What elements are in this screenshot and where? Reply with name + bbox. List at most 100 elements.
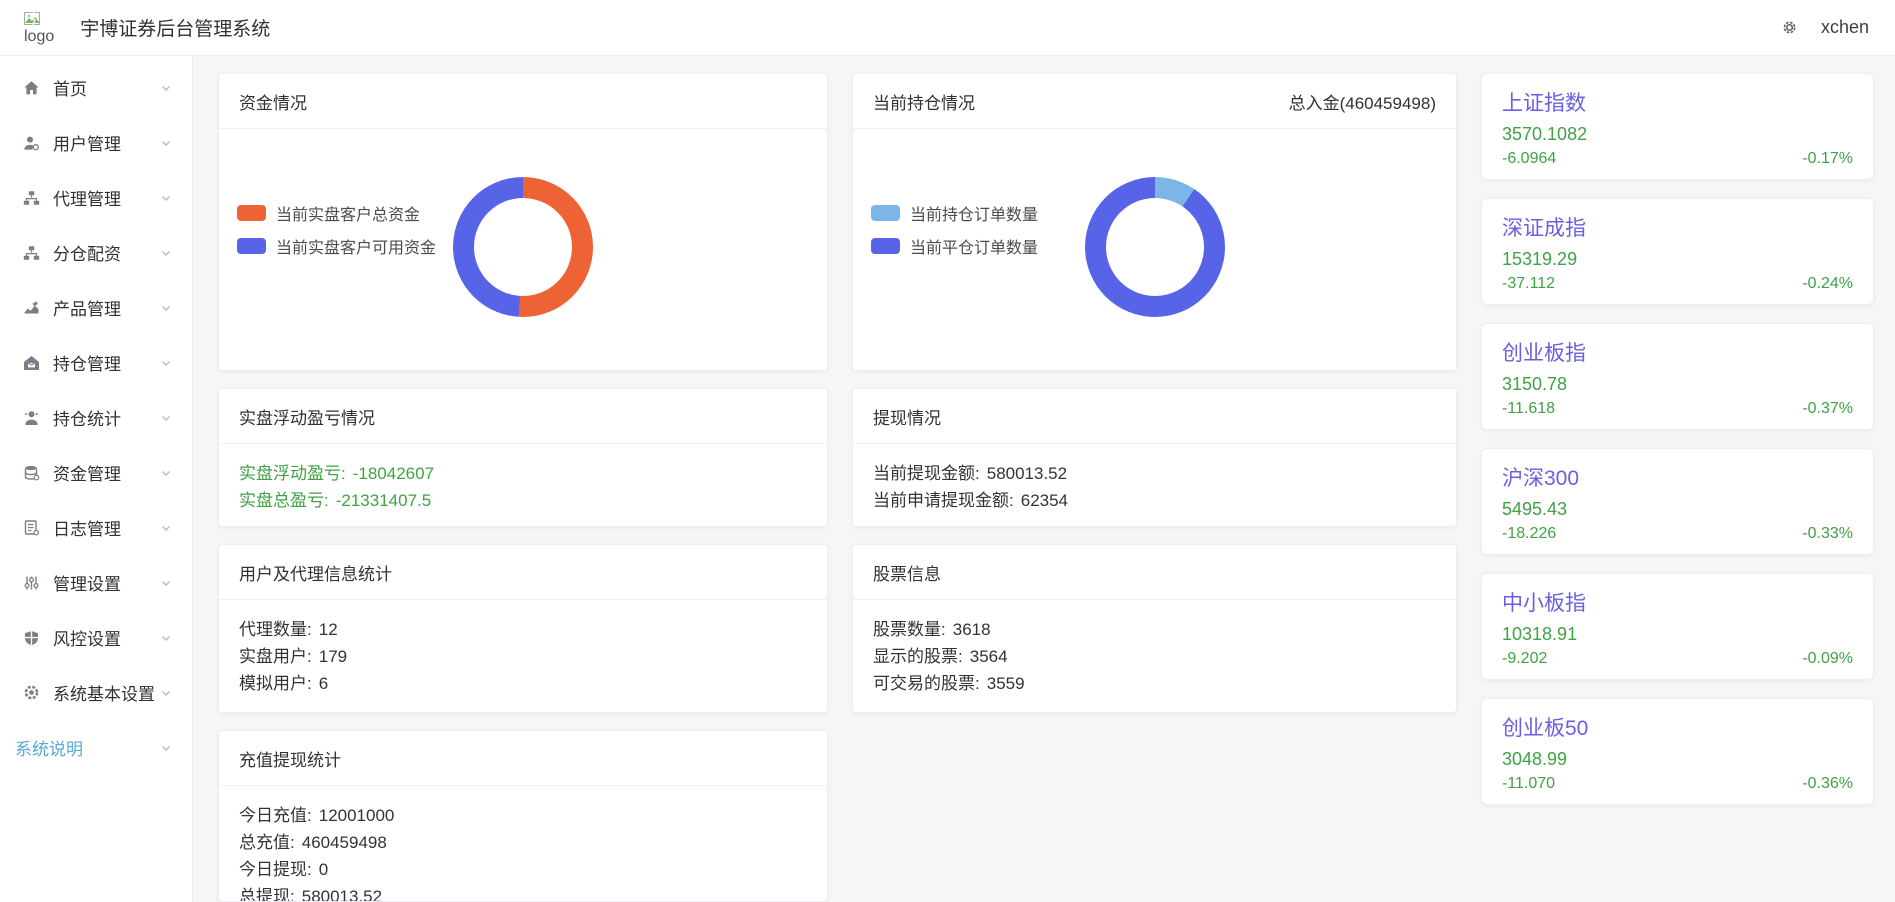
gear-icon [22,684,41,701]
stat-value: 179 [319,647,347,666]
stat-value: 0 [319,860,328,879]
sidebar-item-label: 用户管理 [53,130,121,155]
index-card-csi300[interactable]: 沪深300 5495.43 -18.226 -0.33% [1481,448,1874,555]
sidebar-item-label: 持仓统计 [53,405,121,430]
sidebar-item-label: 日志管理 [53,515,121,540]
broken-image-icon [24,12,41,27]
sidebar-item-position-management[interactable]: 持仓管理 [0,335,192,390]
index-card-chinext[interactable]: 创业板指 3150.78 -11.618 -0.37% [1481,323,1874,430]
home-icon [22,79,41,96]
stat-label: 显示的股票: [873,647,963,666]
card-title: 实盘浮动盈亏情况 [239,404,375,429]
sidebar-item-funds-management[interactable]: 资金管理 [0,445,192,500]
person-icon [22,409,41,426]
stat-value: 12001000 [319,806,395,825]
globe-icon[interactable] [1780,18,1799,37]
stat-row: 可交易的股票:3559 [873,670,1436,697]
chevron-down-icon [160,687,172,699]
legend-swatch [237,238,266,254]
legend-swatch [237,205,266,221]
username[interactable]: xchen [1821,17,1869,38]
sidebar-item-label: 代理管理 [53,185,121,210]
sidebar-item-system-settings[interactable]: 系统基本设置 [0,665,192,720]
stat-value: 3564 [970,647,1008,666]
stat-label: 今日充值: [239,806,312,825]
sidebar-item-label: 分仓配资 [53,240,121,265]
index-name: 沪深300 [1502,462,1853,492]
index-name: 深证成指 [1502,212,1853,242]
index-card-shanghai[interactable]: 上证指数 3570.1082 -6.0964 -0.17% [1481,73,1874,180]
chevron-down-icon [160,467,172,479]
sidebar-item-risk-settings[interactable]: 风控设置 [0,610,192,665]
index-card-chinext50[interactable]: 创业板50 3048.99 -11.070 -0.36% [1481,698,1874,805]
chart-icon [22,299,41,316]
index-percent: -0.37% [1802,400,1853,418]
main-content: 资金情况 当前实盘客户总资金 当前实盘客户可用资金 [193,56,1895,902]
index-percent: -0.17% [1802,150,1853,168]
sidebar-item-label: 持仓管理 [53,350,121,375]
card-funds: 资金情况 当前实盘客户总资金 当前实盘客户可用资金 [218,73,828,371]
sidebar-item-agent-management[interactable]: 代理管理 [0,170,192,225]
card-user-agent-stats: 用户及代理信息统计 代理数量:12 实盘用户:179 模拟用户:6 [218,544,828,713]
sidebar-item-position-statistics[interactable]: 持仓统计 [0,390,192,445]
shield-icon [22,629,41,646]
index-percent: -0.33% [1802,525,1853,543]
sidebar-item-label: 风控设置 [53,625,121,650]
index-value: 10318.91 [1502,624,1853,645]
stat-value: -21331407.5 [336,491,431,510]
sidebar-item-label: 资金管理 [53,460,121,485]
legend-item[interactable]: 当前实盘客户总资金 [237,201,436,225]
legend-item[interactable]: 当前实盘客户可用资金 [237,234,436,258]
legend-item[interactable]: 当前持仓订单数量 [871,201,1038,225]
index-card-sme[interactable]: 中小板指 10318.91 -9.202 -0.09% [1481,573,1874,680]
index-change: -37.112 [1502,275,1555,293]
stat-value: -18042607 [353,464,434,483]
chevron-down-icon [160,357,172,369]
grid-spacer [852,730,1457,902]
chevron-down-icon [160,577,172,589]
index-name: 上证指数 [1502,87,1853,117]
stat-label: 模拟用户: [239,674,312,693]
card-positions: 当前持仓情况 总入金(460459498) 当前持仓订单数量 当前平仓订单数量 [852,73,1457,371]
index-change: -6.0964 [1502,150,1556,168]
app-title: 宇博证券后台管理系统 [80,14,270,41]
chevron-down-icon [160,302,172,314]
index-change: -11.070 [1502,775,1555,793]
stat-label: 代理数量: [239,620,312,639]
sidebar-item-label: 系统说明 [15,735,83,760]
stat-label: 可交易的股票: [873,674,980,693]
chevron-down-icon [160,412,172,424]
stat-value: 580013.52 [302,887,382,902]
index-value: 3570.1082 [1502,124,1853,145]
sidebar-item-label: 首页 [53,75,87,100]
index-card-shenzhen[interactable]: 深证成指 15319.29 -37.112 -0.24% [1481,198,1874,305]
sidebar-item-admin-settings[interactable]: 管理设置 [0,555,192,610]
chevron-down-icon [160,137,172,149]
index-name: 创业板50 [1502,712,1853,742]
stat-label: 总充值: [239,833,295,852]
legend-label: 当前平仓订单数量 [910,234,1038,258]
card-floating-pnl: 实盘浮动盈亏情况 实盘浮动盈亏:-18042607 实盘总盈亏:-2133140… [218,388,828,527]
stat-label: 今日提现: [239,860,312,879]
legend-swatch [871,238,900,254]
chevron-down-icon [160,632,172,644]
card-stock-info: 股票信息 股票数量:3618 显示的股票:3564 可交易的股票:3559 [852,544,1457,713]
card-title: 用户及代理信息统计 [239,560,392,585]
card-withdraw: 提现情况 当前提现金额:580013.52 当前申请提现金额:62354 [852,388,1457,527]
legend-item[interactable]: 当前平仓订单数量 [871,234,1038,258]
logo[interactable]: logo [24,12,54,46]
stat-label: 当前提现金额: [873,464,980,483]
stat-label: 当前申请提现金额: [873,491,1014,510]
sidebar-item-warehouse-funding[interactable]: 分仓配资 [0,225,192,280]
chevron-down-icon [160,192,172,204]
stat-row: 今日充值: 12001000 [239,802,807,829]
index-value: 15319.29 [1502,249,1853,270]
sidebar-item-system-description[interactable]: 系统说明 [0,720,192,775]
stat-row: 实盘浮动盈亏:-18042607 [239,460,807,487]
sidebar-item-product-management[interactable]: 产品管理 [0,280,192,335]
sidebar-item-home[interactable]: 首页 [0,60,192,115]
card-title: 股票信息 [873,560,941,585]
sidebar-item-log-management[interactable]: 日志管理 [0,500,192,555]
chevron-down-icon [160,742,172,754]
sidebar-item-user-management[interactable]: 用户管理 [0,115,192,170]
